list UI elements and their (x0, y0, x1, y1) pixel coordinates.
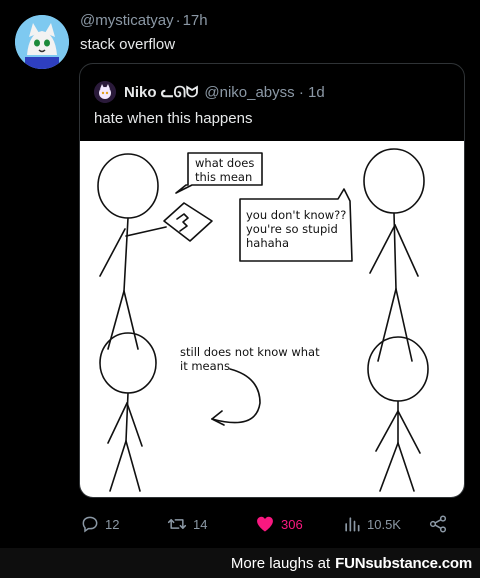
repost-count: 14 (193, 516, 208, 532)
views-button[interactable]: 10.5K (342, 510, 401, 538)
quoted-post[interactable]: Niko ᓚᘏᗢ @niko_abyss · 1d hate when this… (79, 63, 465, 498)
quoted-avatar[interactable] (94, 81, 116, 103)
quoted-age[interactable]: 1d (308, 84, 325, 101)
comic-bubble-1: what does this mean (195, 156, 255, 184)
logo-fun: FUN (335, 554, 366, 572)
quoted-header: Niko ᓚᘏᗢ @niko_abyss · 1d (94, 80, 325, 104)
share-icon (429, 515, 447, 533)
views-count: 10.5K (367, 516, 401, 532)
author-handle[interactable]: @mysticatyay (80, 12, 174, 29)
separator-dot: · (294, 83, 308, 101)
logo-rest: substance.com (365, 554, 472, 572)
quoted-display-name[interactable]: Niko ᓚᘏᗢ (124, 83, 198, 101)
reply-count: 12 (105, 516, 120, 532)
comic-drawing (97, 148, 429, 492)
reply-button[interactable]: 12 (80, 510, 119, 538)
comic-image[interactable]: what does this mean you don't know?? you… (80, 141, 464, 497)
action-bar: 12 14 306 10.5K (78, 510, 468, 538)
quoted-handle[interactable]: @niko_abyss (204, 84, 294, 101)
repost-button[interactable]: 14 (166, 510, 207, 538)
views-icon (345, 517, 360, 532)
post-text: stack overflow (80, 36, 176, 53)
like-count: 306 (281, 516, 303, 532)
quoted-text: hate when this happens (94, 110, 253, 127)
quoted-name: Niko (124, 84, 157, 101)
repost-icon (167, 519, 187, 529)
share-button[interactable] (428, 510, 448, 538)
author-avatar[interactable] (15, 15, 69, 69)
like-heart-icon (257, 516, 273, 532)
reply-icon (82, 516, 98, 533)
quoted-name-symbols: ᓚᘏᗢ (160, 84, 199, 101)
post-age[interactable]: 17h (183, 12, 208, 29)
like-button[interactable]: 306 (254, 510, 303, 538)
comic-bubble-2: you don't know?? you're so stupid hahaha (246, 208, 347, 250)
watermark-footer[interactable]: More laughs at FUNsubstance.com (0, 548, 480, 578)
funsubstance-logo: FUNsubstance.com (335, 555, 472, 572)
author-meta: @mysticatyay · 17h (80, 12, 208, 29)
footer-prefix: More laughs at (230, 554, 331, 572)
separator-dot: · (175, 12, 181, 29)
comic-caption: still does not know what it means (180, 345, 320, 373)
